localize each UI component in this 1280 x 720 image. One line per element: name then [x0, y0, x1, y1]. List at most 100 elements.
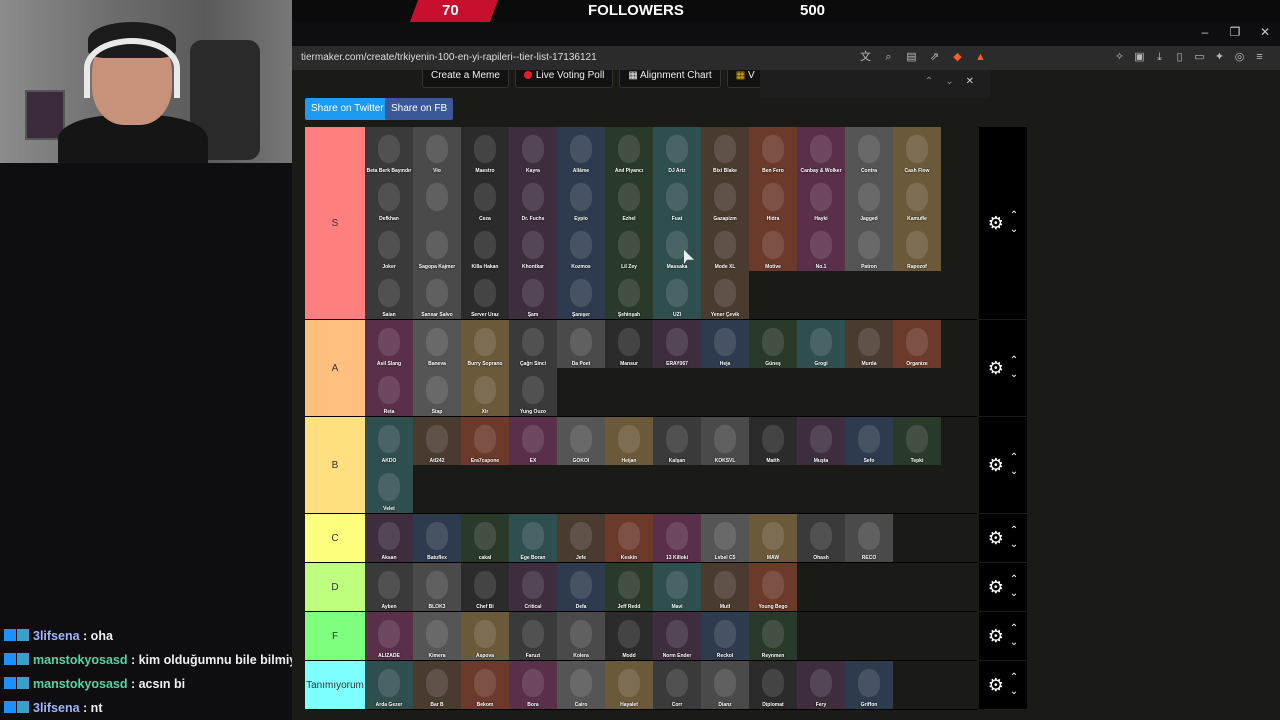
- rapper-tile[interactable]: Şehinşah: [605, 271, 653, 319]
- rapper-tile[interactable]: Patron: [845, 223, 893, 271]
- rapper-tile[interactable]: Faruzi: [509, 612, 557, 660]
- gear-icon[interactable]: ⚙: [988, 528, 1004, 549]
- leo-icon[interactable]: ✦: [1212, 50, 1227, 65]
- rapper-tile[interactable]: DJ Artz: [653, 127, 701, 175]
- gear-icon[interactable]: ⚙: [988, 213, 1004, 234]
- rapper-tile[interactable]: KÖKSVL: [701, 417, 749, 465]
- tier-label[interactable]: A: [305, 320, 365, 416]
- tier-label[interactable]: S: [305, 127, 365, 319]
- gear-icon[interactable]: ⚙: [988, 455, 1004, 476]
- rapper-tile[interactable]: Murda: [845, 320, 893, 368]
- rapper-tile[interactable]: Mavi: [653, 563, 701, 611]
- rapper-tile[interactable]: No.1: [797, 223, 845, 271]
- rapper-tile[interactable]: Chef Bi: [461, 563, 509, 611]
- rapper-tile[interactable]: Griffon: [845, 661, 893, 709]
- rapper-tile[interactable]: Heijan: [605, 417, 653, 465]
- rapper-tile[interactable]: Kolera: [557, 612, 605, 660]
- rapper-tile[interactable]: Hayalet: [605, 661, 653, 709]
- rapper-tile[interactable]: Ege Boran: [509, 514, 557, 562]
- rapper-tile[interactable]: Saian: [365, 271, 413, 319]
- zoom-icon[interactable]: ⌕: [881, 50, 896, 65]
- rapper-tile[interactable]: RECO: [845, 514, 893, 562]
- gear-icon[interactable]: ⚙: [988, 358, 1004, 379]
- menu-icon[interactable]: ≡: [1252, 50, 1267, 65]
- tier-label[interactable]: C: [305, 514, 365, 562]
- url-text[interactable]: tiermaker.com/create/trkiyenin-100-en-yi…: [301, 52, 597, 63]
- rapper-tile[interactable]: Reckol: [701, 612, 749, 660]
- rapper-tile[interactable]: Fery: [797, 661, 845, 709]
- reader-icon[interactable]: ▤: [904, 50, 919, 65]
- rapper-tile[interactable]: Asil Slang: [365, 320, 413, 368]
- move-up-icon[interactable]: ⌃: [1010, 354, 1018, 368]
- rapper-tile[interactable]: Critical: [509, 563, 557, 611]
- rapper-tile[interactable]: Mutl: [701, 563, 749, 611]
- rapper-tile[interactable]: Arda Gezer: [365, 661, 413, 709]
- move-down-icon[interactable]: ⌄: [1010, 587, 1018, 601]
- rapper-tile[interactable]: Diplomat: [749, 661, 797, 709]
- rapper-tile[interactable]: Era7capone: [461, 417, 509, 465]
- rapper-tile[interactable]: Modd: [605, 612, 653, 660]
- close-window-button[interactable]: ✕: [1250, 22, 1280, 46]
- rapper-tile[interactable]: Anıl Piyancı: [605, 127, 653, 175]
- rapper-tile[interactable]: Kozmos: [557, 223, 605, 271]
- address-bar[interactable]: tiermaker.com/create/trkiyenin-100-en-yi…: [292, 46, 1280, 70]
- rapper-tile[interactable]: Mode XL: [701, 223, 749, 271]
- tier-label[interactable]: D: [305, 563, 365, 611]
- find-close-button[interactable]: ✕: [966, 76, 986, 87]
- rapper-tile[interactable]: Norm Ender: [653, 612, 701, 660]
- rapper-tile[interactable]: Beta Berk Bayındır: [365, 127, 413, 175]
- rapper-tile[interactable]: Lvbel C5: [701, 514, 749, 562]
- rapper-tile[interactable]: BLOK3: [413, 563, 461, 611]
- live-voting-poll-button[interactable]: Live Voting Poll: [514, 70, 614, 88]
- rapper-tile[interactable]: Jeff Redd: [605, 563, 653, 611]
- rapper-tile[interactable]: Gazapizm: [701, 175, 749, 223]
- rapper-tile[interactable]: Keskin: [605, 514, 653, 562]
- move-down-icon[interactable]: ⌄: [1010, 685, 1018, 699]
- rapper-tile[interactable]: Velet: [365, 465, 413, 513]
- tier-label[interactable]: F: [305, 612, 365, 660]
- rapper-tile[interactable]: Eypio: [557, 175, 605, 223]
- rapper-tile[interactable]: Hidra: [749, 175, 797, 223]
- move-down-icon[interactable]: ⌄: [1010, 538, 1018, 552]
- rapper-tile[interactable]: Ben Fero: [749, 127, 797, 175]
- rapper-tile[interactable]: Sagopa Kajmer: [413, 223, 461, 271]
- alignment-chart-button[interactable]: ▦ Alignment Chart: [619, 70, 721, 88]
- move-down-icon[interactable]: ⌄: [1010, 636, 1018, 650]
- panel-icon[interactable]: ▯: [1172, 50, 1187, 65]
- wallet-icon[interactable]: ▭: [1192, 50, 1207, 65]
- rapper-tile[interactable]: Cash Flow: [893, 127, 941, 175]
- rapper-tile[interactable]: Reta: [365, 368, 413, 416]
- translate-icon[interactable]: 文: [858, 50, 873, 65]
- rapper-tile[interactable]: ERAY067: [653, 320, 701, 368]
- rapper-tile[interactable]: Heja: [701, 320, 749, 368]
- move-up-icon[interactable]: ⌃: [1010, 622, 1018, 636]
- move-up-icon[interactable]: ⌃: [1010, 524, 1018, 538]
- rapper-tile[interactable]: Atl242: [413, 417, 461, 465]
- rapper-tile[interactable]: Sefo: [845, 417, 893, 465]
- rapper-tile[interactable]: Bekom: [461, 661, 509, 709]
- rapper-tile[interactable]: MAW: [749, 514, 797, 562]
- move-up-icon[interactable]: ⌃: [1010, 573, 1018, 587]
- rapper-tile[interactable]: AKDO: [365, 417, 413, 465]
- find-bar[interactable]: ⌃⌄✕: [760, 70, 990, 98]
- move-down-icon[interactable]: ⌄: [1010, 465, 1018, 479]
- brave-rewards-icon[interactable]: ▲: [973, 50, 988, 65]
- rapper-tile[interactable]: Mansur: [605, 320, 653, 368]
- rapper-tile[interactable]: [413, 175, 461, 223]
- rapper-tile[interactable]: GOKOI: [557, 417, 605, 465]
- move-down-icon[interactable]: ⌄: [1010, 223, 1018, 237]
- rapper-tile[interactable]: Motive: [749, 223, 797, 271]
- rapper-tile[interactable]: Stap: [413, 368, 461, 416]
- rapper-tile[interactable]: Khontkar: [509, 223, 557, 271]
- rapper-tile[interactable]: Cairo: [557, 661, 605, 709]
- rapper-tile[interactable]: Killa Hakan: [461, 223, 509, 271]
- gear-icon[interactable]: ⚙: [988, 577, 1004, 598]
- tier-label[interactable]: Tanımıyorum: [305, 661, 365, 709]
- rapper-tile[interactable]: Yung Ouzo: [509, 368, 557, 416]
- rapper-tile[interactable]: Rapozof: [893, 223, 941, 271]
- rapper-tile[interactable]: Sansar Salvo: [413, 271, 461, 319]
- rapper-tile[interactable]: cakal: [461, 514, 509, 562]
- rapper-tile[interactable]: Ohash: [797, 514, 845, 562]
- rapper-tile[interactable]: Ezhel: [605, 175, 653, 223]
- rapper-tile[interactable]: Young Bego: [749, 563, 797, 611]
